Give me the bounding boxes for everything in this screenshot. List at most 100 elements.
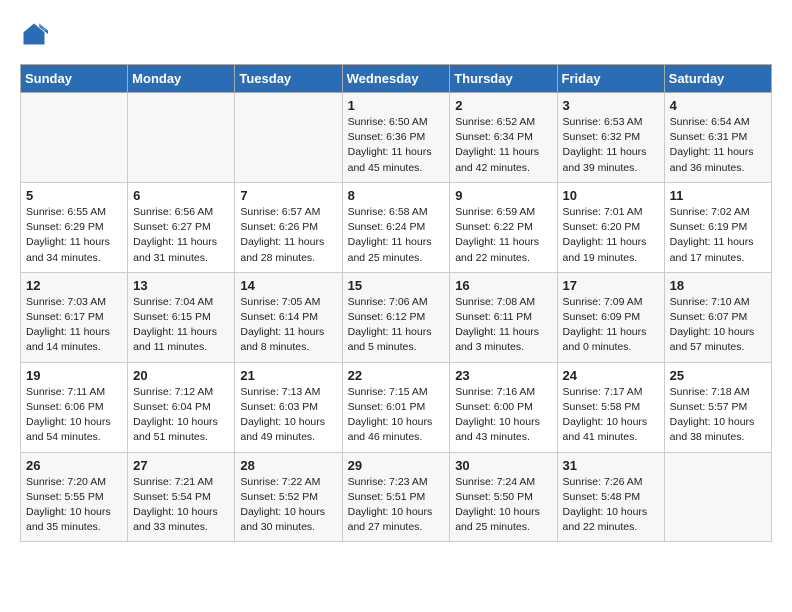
- day-number: 20: [133, 368, 229, 383]
- day-number: 7: [240, 188, 336, 203]
- day-number: 1: [348, 98, 445, 113]
- day-info: Sunrise: 6:50 AM Sunset: 6:36 PM Dayligh…: [348, 115, 445, 176]
- day-number: 3: [563, 98, 659, 113]
- calendar-cell: 31 Sunrise: 7:26 AM Sunset: 5:48 PM Dayli…: [557, 452, 664, 542]
- day-info: Sunrise: 7:21 AM Sunset: 5:54 PM Dayligh…: [133, 475, 229, 536]
- logo: [20, 20, 52, 48]
- weekday-header-wednesday: Wednesday: [342, 65, 450, 93]
- weekday-header-thursday: Thursday: [450, 65, 557, 93]
- day-info: Sunrise: 7:23 AM Sunset: 5:51 PM Dayligh…: [348, 475, 445, 536]
- day-info: Sunrise: 7:12 AM Sunset: 6:04 PM Dayligh…: [133, 385, 229, 446]
- day-number: 23: [455, 368, 551, 383]
- day-info: Sunrise: 6:55 AM Sunset: 6:29 PM Dayligh…: [26, 205, 122, 266]
- day-info: Sunrise: 7:17 AM Sunset: 5:58 PM Dayligh…: [563, 385, 659, 446]
- day-number: 24: [563, 368, 659, 383]
- day-info: Sunrise: 7:02 AM Sunset: 6:19 PM Dayligh…: [670, 205, 766, 266]
- day-number: 30: [455, 458, 551, 473]
- weekday-header-saturday: Saturday: [664, 65, 771, 93]
- day-number: 5: [26, 188, 122, 203]
- logo-icon: [20, 20, 48, 48]
- day-info: Sunrise: 7:24 AM Sunset: 5:50 PM Dayligh…: [455, 475, 551, 536]
- calendar-cell: 30 Sunrise: 7:24 AM Sunset: 5:50 PM Dayli…: [450, 452, 557, 542]
- calendar-cell: 8 Sunrise: 6:58 AM Sunset: 6:24 PM Daylig…: [342, 182, 450, 272]
- calendar-cell: 25 Sunrise: 7:18 AM Sunset: 5:57 PM Dayli…: [664, 362, 771, 452]
- calendar-cell: 2 Sunrise: 6:52 AM Sunset: 6:34 PM Daylig…: [450, 93, 557, 183]
- calendar-cell: 24 Sunrise: 7:17 AM Sunset: 5:58 PM Dayli…: [557, 362, 664, 452]
- calendar-cell: 9 Sunrise: 6:59 AM Sunset: 6:22 PM Daylig…: [450, 182, 557, 272]
- day-info: Sunrise: 7:03 AM Sunset: 6:17 PM Dayligh…: [26, 295, 122, 356]
- calendar-cell: 23 Sunrise: 7:16 AM Sunset: 6:00 PM Dayli…: [450, 362, 557, 452]
- day-number: 14: [240, 278, 336, 293]
- day-number: 28: [240, 458, 336, 473]
- calendar-cell: 16 Sunrise: 7:08 AM Sunset: 6:11 PM Dayli…: [450, 272, 557, 362]
- calendar-cell: 3 Sunrise: 6:53 AM Sunset: 6:32 PM Daylig…: [557, 93, 664, 183]
- calendar-cell: 1 Sunrise: 6:50 AM Sunset: 6:36 PM Daylig…: [342, 93, 450, 183]
- weekday-header-sunday: Sunday: [21, 65, 128, 93]
- day-info: Sunrise: 7:11 AM Sunset: 6:06 PM Dayligh…: [26, 385, 122, 446]
- calendar-week-5: 26 Sunrise: 7:20 AM Sunset: 5:55 PM Dayli…: [21, 452, 772, 542]
- calendar-cell: 27Sunrise: 7:21 AM Sunset: 5:54 PM Dayli…: [128, 452, 235, 542]
- calendar-cell: 17 Sunrise: 7:09 AM Sunset: 6:09 PM Dayli…: [557, 272, 664, 362]
- day-info: Sunrise: 6:59 AM Sunset: 6:22 PM Dayligh…: [455, 205, 551, 266]
- calendar-cell: 7 Sunrise: 6:57 AM Sunset: 6:26 PM Daylig…: [235, 182, 342, 272]
- calendar-cell: [21, 93, 128, 183]
- day-number: 8: [348, 188, 445, 203]
- day-number: 19: [26, 368, 122, 383]
- day-number: 12: [26, 278, 122, 293]
- day-info: Sunrise: 7:18 AM Sunset: 5:57 PM Dayligh…: [670, 385, 766, 446]
- day-number: 13: [133, 278, 229, 293]
- day-number: 11: [670, 188, 766, 203]
- day-info: Sunrise: 7:22 AM Sunset: 5:52 PM Dayligh…: [240, 475, 336, 536]
- day-info: Sunrise: 7:08 AM Sunset: 6:11 PM Dayligh…: [455, 295, 551, 356]
- day-info: Sunrise: 6:58 AM Sunset: 6:24 PM Dayligh…: [348, 205, 445, 266]
- calendar-cell: [128, 93, 235, 183]
- calendar-cell: [235, 93, 342, 183]
- calendar-cell: 22Sunrise: 7:15 AM Sunset: 6:01 PM Dayli…: [342, 362, 450, 452]
- calendar-cell: 12 Sunrise: 7:03 AM Sunset: 6:17 PM Dayli…: [21, 272, 128, 362]
- day-number: 2: [455, 98, 551, 113]
- page-header: [20, 20, 772, 48]
- day-info: Sunrise: 6:56 AM Sunset: 6:27 PM Dayligh…: [133, 205, 229, 266]
- day-info: Sunrise: 7:05 AM Sunset: 6:14 PM Dayligh…: [240, 295, 336, 356]
- day-info: Sunrise: 7:20 AM Sunset: 5:55 PM Dayligh…: [26, 475, 122, 536]
- day-number: 31: [563, 458, 659, 473]
- day-number: 9: [455, 188, 551, 203]
- day-number: 25: [670, 368, 766, 383]
- calendar-week-4: 19 Sunrise: 7:11 AM Sunset: 6:06 PM Dayli…: [21, 362, 772, 452]
- calendar-week-3: 12 Sunrise: 7:03 AM Sunset: 6:17 PM Dayli…: [21, 272, 772, 362]
- day-info: Sunrise: 7:10 AM Sunset: 6:07 PM Dayligh…: [670, 295, 766, 356]
- day-info: Sunrise: 7:01 AM Sunset: 6:20 PM Dayligh…: [563, 205, 659, 266]
- day-info: Sunrise: 6:52 AM Sunset: 6:34 PM Dayligh…: [455, 115, 551, 176]
- calendar-cell: [664, 452, 771, 542]
- day-info: Sunrise: 7:16 AM Sunset: 6:00 PM Dayligh…: [455, 385, 551, 446]
- day-info: Sunrise: 6:53 AM Sunset: 6:32 PM Dayligh…: [563, 115, 659, 176]
- calendar-cell: 18 Sunrise: 7:10 AM Sunset: 6:07 PM Dayli…: [664, 272, 771, 362]
- day-info: Sunrise: 7:13 AM Sunset: 6:03 PM Dayligh…: [240, 385, 336, 446]
- day-number: 16: [455, 278, 551, 293]
- weekday-header-tuesday: Tuesday: [235, 65, 342, 93]
- day-info: Sunrise: 7:09 AM Sunset: 6:09 PM Dayligh…: [563, 295, 659, 356]
- weekday-header-monday: Monday: [128, 65, 235, 93]
- calendar-cell: 6 Sunrise: 6:56 AM Sunset: 6:27 PM Daylig…: [128, 182, 235, 272]
- day-number: 21: [240, 368, 336, 383]
- calendar-cell: 10Sunrise: 7:01 AM Sunset: 6:20 PM Dayli…: [557, 182, 664, 272]
- day-info: Sunrise: 7:06 AM Sunset: 6:12 PM Dayligh…: [348, 295, 445, 356]
- day-info: Sunrise: 6:57 AM Sunset: 6:26 PM Dayligh…: [240, 205, 336, 266]
- calendar-cell: 5 Sunrise: 6:55 AM Sunset: 6:29 PM Daylig…: [21, 182, 128, 272]
- day-info: Sunrise: 7:15 AM Sunset: 6:01 PM Dayligh…: [348, 385, 445, 446]
- day-info: Sunrise: 7:26 AM Sunset: 5:48 PM Dayligh…: [563, 475, 659, 536]
- day-number: 18: [670, 278, 766, 293]
- calendar-table: SundayMondayTuesdayWednesdayThursdayFrid…: [20, 64, 772, 542]
- day-number: 17: [563, 278, 659, 293]
- calendar-cell: 15Sunrise: 7:06 AM Sunset: 6:12 PM Dayli…: [342, 272, 450, 362]
- calendar-cell: 14 Sunrise: 7:05 AM Sunset: 6:14 PM Dayli…: [235, 272, 342, 362]
- calendar-cell: 13 Sunrise: 7:04 AM Sunset: 6:15 PM Dayli…: [128, 272, 235, 362]
- calendar-week-1: 1 Sunrise: 6:50 AM Sunset: 6:36 PM Daylig…: [21, 93, 772, 183]
- calendar-cell: 11 Sunrise: 7:02 AM Sunset: 6:19 PM Dayli…: [664, 182, 771, 272]
- calendar-week-2: 5 Sunrise: 6:55 AM Sunset: 6:29 PM Daylig…: [21, 182, 772, 272]
- day-number: 6: [133, 188, 229, 203]
- day-info: Sunrise: 7:04 AM Sunset: 6:15 PM Dayligh…: [133, 295, 229, 356]
- day-number: 26: [26, 458, 122, 473]
- calendar-cell: 19 Sunrise: 7:11 AM Sunset: 6:06 PM Dayli…: [21, 362, 128, 452]
- calendar-cell: 29Sunrise: 7:23 AM Sunset: 5:51 PM Dayli…: [342, 452, 450, 542]
